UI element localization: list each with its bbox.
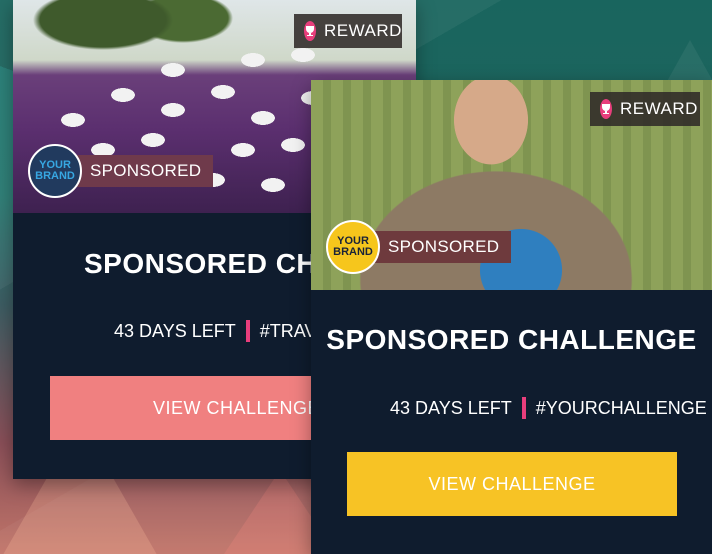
meta-divider [245,320,250,342]
brand-logo: YOUR BRAND [326,220,380,274]
trophy-icon [304,21,316,41]
meta-divider [521,397,526,419]
sponsor-row: YOUR BRAND SPONSORED [326,220,512,274]
challenge-meta: 43 DAYS LEFT #YOURCHALLENGE [390,397,707,419]
days-left: 43 DAYS LEFT [390,397,512,418]
sponsor-row: YOUR BRAND SPONSORED [28,144,214,198]
reward-label: REWARD [620,99,698,118]
brand-logo-line2: BRAND [35,170,75,182]
person-with-ball-photo: REWARD YOUR BRAND SPONSORED [311,80,712,290]
sponsored-tag: SPONSORED [72,155,214,187]
challenge-title: SPONSORED CHALLENGE [326,324,697,355]
reward-badge: REWARD [590,92,700,126]
reward-label: REWARD [324,21,402,40]
challenge-hashtag: #YOURCHALLENGE [535,397,707,418]
brand-logo-line2: BRAND [333,246,373,258]
trophy-icon [600,99,612,119]
challenge-card-yourchallenge[interactable]: REWARD YOUR BRAND SPONSORED SPONSORED CH… [311,80,712,554]
view-challenge-button[interactable]: VIEW CHALLENGE [347,452,677,516]
brand-logo: YOUR BRAND [28,144,82,198]
sponsored-tag: SPONSORED [370,231,512,263]
reward-badge: REWARD [294,14,402,48]
days-left: 43 DAYS LEFT [114,320,236,341]
